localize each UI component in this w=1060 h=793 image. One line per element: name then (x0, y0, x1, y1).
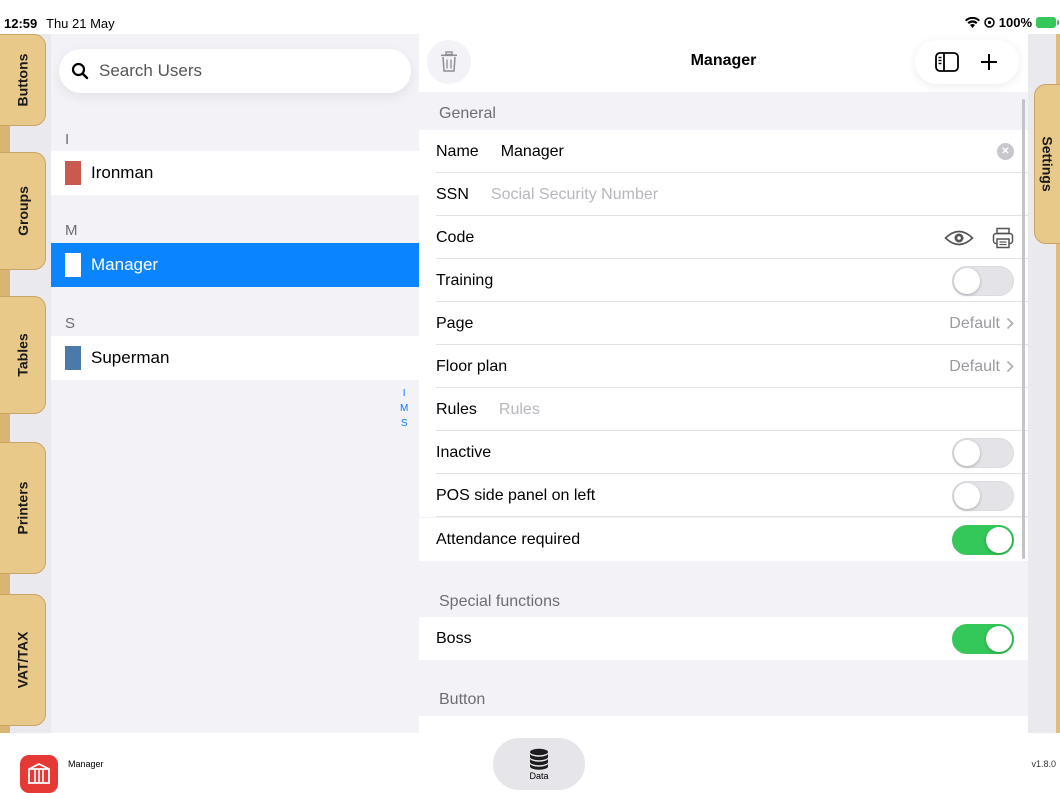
row-label: Boss (436, 629, 472, 647)
user-sidebar: I Ironman M Manager S Superman I M S (51, 34, 419, 734)
section-letter: S (65, 315, 76, 332)
user-color-swatch (65, 161, 81, 185)
row-label: Inactive (436, 443, 492, 461)
row-boss: Boss (419, 617, 1028, 660)
row-training: Training (419, 259, 1028, 302)
section-header-button: Button (439, 691, 486, 708)
tab-label: Printers (14, 481, 31, 535)
data-button[interactable]: Data (493, 738, 585, 790)
add-icon[interactable] (979, 52, 999, 72)
row-rules[interactable]: Rules Rules (419, 388, 1028, 431)
section-letter: M (65, 222, 78, 239)
user-row-ironman[interactable]: Ironman (51, 151, 419, 195)
row-label: Training (436, 271, 494, 289)
search-icon (71, 62, 89, 80)
data-button-label: Data (529, 770, 549, 781)
pos-side-panel-toggle[interactable] (952, 480, 1014, 511)
header-actions (915, 40, 1019, 84)
ssn-input[interactable]: Social Security Number (491, 186, 658, 204)
search-input[interactable] (99, 61, 389, 81)
right-tab-strip: Settings (1028, 34, 1060, 734)
row-label: Code (436, 228, 475, 246)
index-letter[interactable]: S (401, 418, 408, 429)
tab-label: Groups (14, 186, 31, 236)
user-detail-panel: Manager General Name Manager ✕ SSN Socia… (419, 0, 1028, 733)
user-row-superman[interactable]: Superman (51, 336, 419, 380)
status-date: Thu 21 May (46, 16, 115, 31)
section-header-special: Special functions (439, 593, 560, 610)
app-name: Manager (68, 759, 104, 769)
row-pos-side-panel: POS side panel on left (419, 474, 1028, 517)
tab-tables[interactable]: Tables (0, 296, 46, 414)
section-letter: I (65, 131, 70, 148)
rules-input[interactable]: Rules (499, 401, 540, 419)
detail-header: Manager (419, 0, 1028, 92)
chevron-right-icon (1006, 317, 1014, 330)
attendance-toggle[interactable] (952, 524, 1014, 555)
row-label: Attendance required (436, 530, 581, 548)
tab-groups[interactable]: Groups (0, 152, 46, 270)
floor-plan-value: Default (949, 357, 1000, 375)
row-label: Floor plan (436, 357, 508, 375)
scroll-indicator[interactable] (1022, 99, 1025, 559)
row-attendance: Attendance required (419, 518, 1028, 561)
printer-icon[interactable] (992, 227, 1014, 249)
sidebar-toggle-icon[interactable] (935, 52, 959, 72)
row-code[interactable]: Code (419, 216, 1028, 259)
tab-label: Settings (1039, 136, 1056, 192)
row-button-partial (419, 716, 1028, 733)
row-inactive: Inactive (419, 431, 1028, 474)
bottom-bar: Manager Data v1.8.0 (0, 733, 1060, 793)
row-label: Rules (436, 400, 477, 418)
tab-buttons[interactable]: Buttons (0, 34, 46, 126)
tab-settings[interactable]: Settings (1034, 84, 1060, 244)
user-color-swatch (65, 253, 81, 277)
search-bar[interactable] (59, 49, 411, 93)
app-logo-icon[interactable] (20, 755, 58, 793)
clear-icon[interactable]: ✕ (997, 143, 1014, 160)
user-name: Ironman (91, 163, 154, 182)
row-name[interactable]: Name Manager ✕ (419, 130, 1028, 173)
section-header-general: General (439, 105, 496, 122)
left-tab-strip: Buttons Groups Tables Printers VAT/TAX (0, 34, 51, 734)
status-time: 12:59 (4, 16, 38, 31)
row-label: Page (436, 314, 474, 332)
row-label: Name (436, 142, 479, 160)
battery-icon (1036, 17, 1059, 28)
section-index[interactable]: I M S (400, 388, 408, 429)
row-ssn[interactable]: SSN Social Security Number (419, 173, 1028, 216)
tab-vat-tax[interactable]: VAT/TAX (0, 594, 46, 726)
tab-label: VAT/TAX (14, 631, 31, 689)
name-value[interactable]: Manager (501, 143, 564, 161)
tab-label: Tables (14, 333, 31, 377)
tab-label: Buttons (14, 53, 31, 107)
page-value: Default (949, 314, 1000, 332)
boss-toggle[interactable] (952, 623, 1014, 654)
user-row-manager[interactable]: Manager (51, 243, 419, 287)
chevron-right-icon (1006, 360, 1014, 373)
row-label: SSN (436, 185, 469, 203)
tab-printers[interactable]: Printers (0, 442, 46, 574)
eye-icon[interactable] (944, 229, 974, 247)
register-icon (28, 762, 50, 784)
user-name: Manager (91, 255, 159, 274)
row-label: POS side panel on left (436, 486, 596, 504)
user-color-swatch (65, 346, 81, 370)
row-floor-plan[interactable]: Floor plan Default (419, 345, 1028, 388)
inactive-toggle[interactable] (952, 437, 1014, 468)
training-toggle[interactable] (952, 265, 1014, 296)
version-label: v1.8.0 (1031, 759, 1056, 769)
index-letter[interactable]: I (403, 388, 406, 399)
user-name: Superman (91, 348, 170, 367)
database-icon (530, 748, 548, 770)
index-letter[interactable]: M (400, 403, 408, 414)
row-page[interactable]: Page Default (419, 302, 1028, 345)
